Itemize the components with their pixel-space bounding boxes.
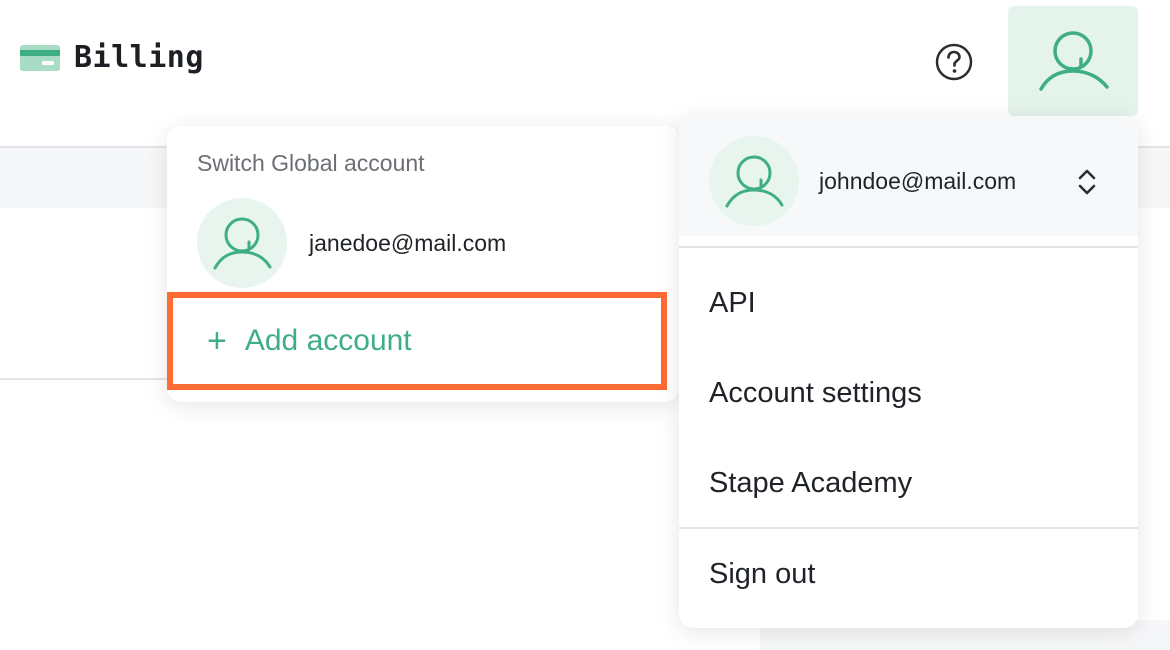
user-avatar-icon bbox=[725, 155, 784, 208]
page-header: Billing bbox=[20, 40, 204, 75]
credit-card-icon bbox=[20, 44, 60, 71]
add-account-label: Add account bbox=[244, 324, 412, 357]
avatar bbox=[197, 198, 287, 288]
user-dropdown-menu: johndoe@mail.com API Account settings St… bbox=[679, 116, 1138, 628]
user-menu-button[interactable] bbox=[1008, 6, 1138, 116]
page-title: Billing bbox=[74, 40, 204, 75]
help-button[interactable] bbox=[934, 42, 974, 82]
menu-item-api[interactable]: API bbox=[709, 287, 756, 320]
menu-item-account-settings[interactable]: Account settings bbox=[709, 377, 922, 410]
sign-out-button[interactable]: Sign out bbox=[709, 558, 815, 591]
current-account-switcher[interactable]: johndoe@mail.com bbox=[679, 116, 1138, 236]
account-option[interactable]: janedoe@mail.com bbox=[197, 198, 506, 288]
plus-icon: + bbox=[207, 322, 227, 360]
switch-account-heading: Switch Global account bbox=[197, 150, 425, 176]
menu-item-stape-academy[interactable]: Stape Academy bbox=[709, 467, 912, 500]
menu-divider bbox=[679, 527, 1138, 529]
menu-divider bbox=[679, 246, 1138, 248]
chevron-up-down-icon bbox=[1078, 169, 1096, 195]
account-email: janedoe@mail.com bbox=[309, 229, 507, 256]
avatar bbox=[709, 136, 799, 226]
user-avatar-icon bbox=[1039, 31, 1109, 91]
help-circle-icon bbox=[935, 43, 973, 81]
current-account-email: johndoe@mail.com bbox=[819, 168, 1017, 194]
add-account-button[interactable]: + Add account bbox=[167, 292, 667, 390]
switch-account-menu: Switch Global account janedoe@mail.com +… bbox=[167, 126, 679, 402]
user-avatar-icon bbox=[213, 217, 272, 270]
top-bar: Billing bbox=[0, 0, 1170, 120]
